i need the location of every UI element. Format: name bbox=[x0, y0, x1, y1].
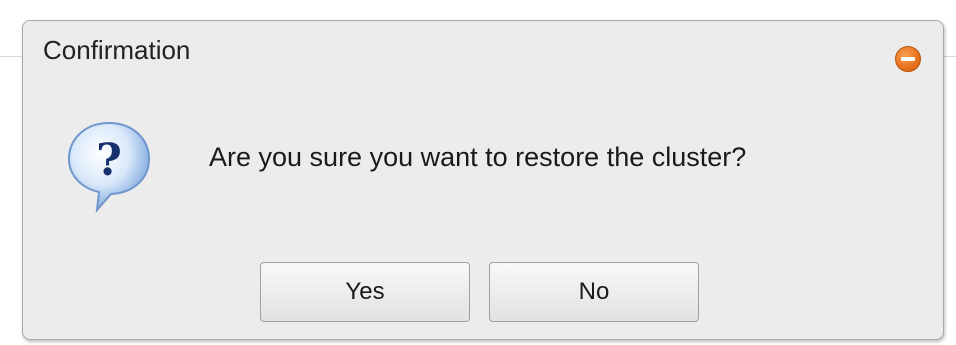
confirmation-message: Are you sure you want to restore the clu… bbox=[209, 142, 747, 172]
question-icon: ? bbox=[67, 121, 151, 213]
close-icon-bar bbox=[901, 57, 915, 61]
svg-text:?: ? bbox=[96, 135, 122, 186]
confirmation-dialog: Confirmation ? Are you sure you want to … bbox=[22, 20, 944, 340]
no-button[interactable]: No bbox=[489, 262, 699, 322]
yes-button[interactable]: Yes bbox=[260, 262, 470, 322]
dialog-title: Confirmation bbox=[43, 35, 191, 65]
close-icon[interactable] bbox=[895, 46, 921, 72]
